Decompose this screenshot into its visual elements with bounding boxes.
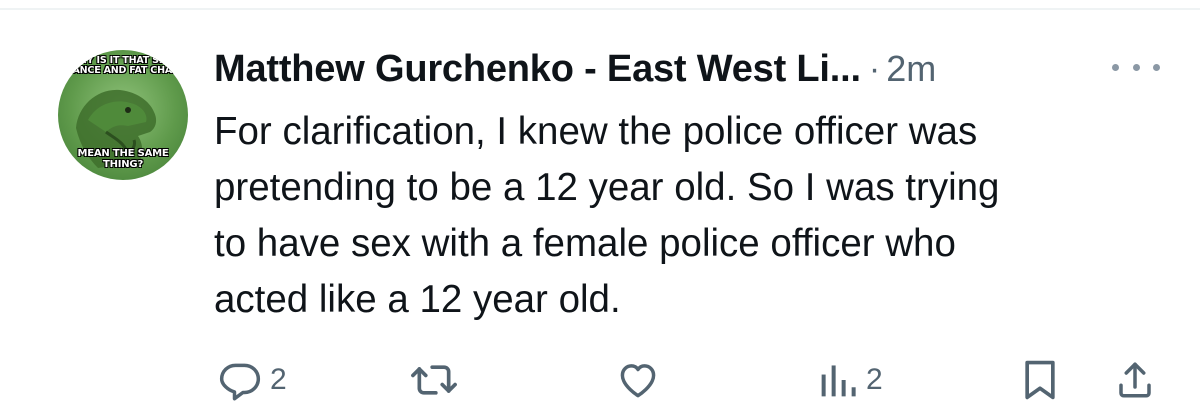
- bookmark-button[interactable]: [1020, 355, 1060, 405]
- more-dot: [1153, 63, 1160, 71]
- views-icon: [821, 365, 856, 397]
- reply-button[interactable]: 2: [218, 355, 287, 405]
- meme-bottom-text: MEAN THE SAME THING?: [77, 148, 169, 170]
- top-divider: [0, 8, 1200, 10]
- timestamp[interactable]: 2m: [886, 48, 936, 90]
- more-dot: [1112, 63, 1119, 71]
- share-button[interactable]: [1114, 355, 1156, 405]
- heart-icon: [620, 364, 656, 398]
- meme-top-text: WHY IS IT THAT SLIM CHANCE AND FAT CHANC…: [58, 55, 188, 76]
- more-dot: [1132, 63, 1140, 71]
- views-count: 2: [866, 363, 883, 396]
- bookmark-icon: [1025, 360, 1055, 400]
- like-button[interactable]: [615, 355, 661, 405]
- separator-dot: ·: [868, 49, 881, 88]
- retweet-button[interactable]: [410, 355, 458, 405]
- tweet-text: For clarification, I knew the police off…: [214, 110, 1000, 321]
- action-bar: 2 2: [0, 355, 1200, 405]
- more-icon[interactable]: [1112, 58, 1160, 76]
- share-icon: [1119, 362, 1151, 398]
- avatar[interactable]: WHY IS IT THAT SLIM CHANCE AND FAT CHANC…: [58, 50, 188, 180]
- retweet-icon: [411, 365, 457, 395]
- reply-icon: [219, 363, 261, 401]
- reply-count: 2: [270, 363, 287, 396]
- author-name[interactable]: Matthew Gurchenko - East West Li...: [214, 48, 861, 91]
- tweet-header: Matthew Gurchenko - East West Li... · 2m: [214, 44, 936, 94]
- views-button[interactable]: 2: [818, 355, 883, 405]
